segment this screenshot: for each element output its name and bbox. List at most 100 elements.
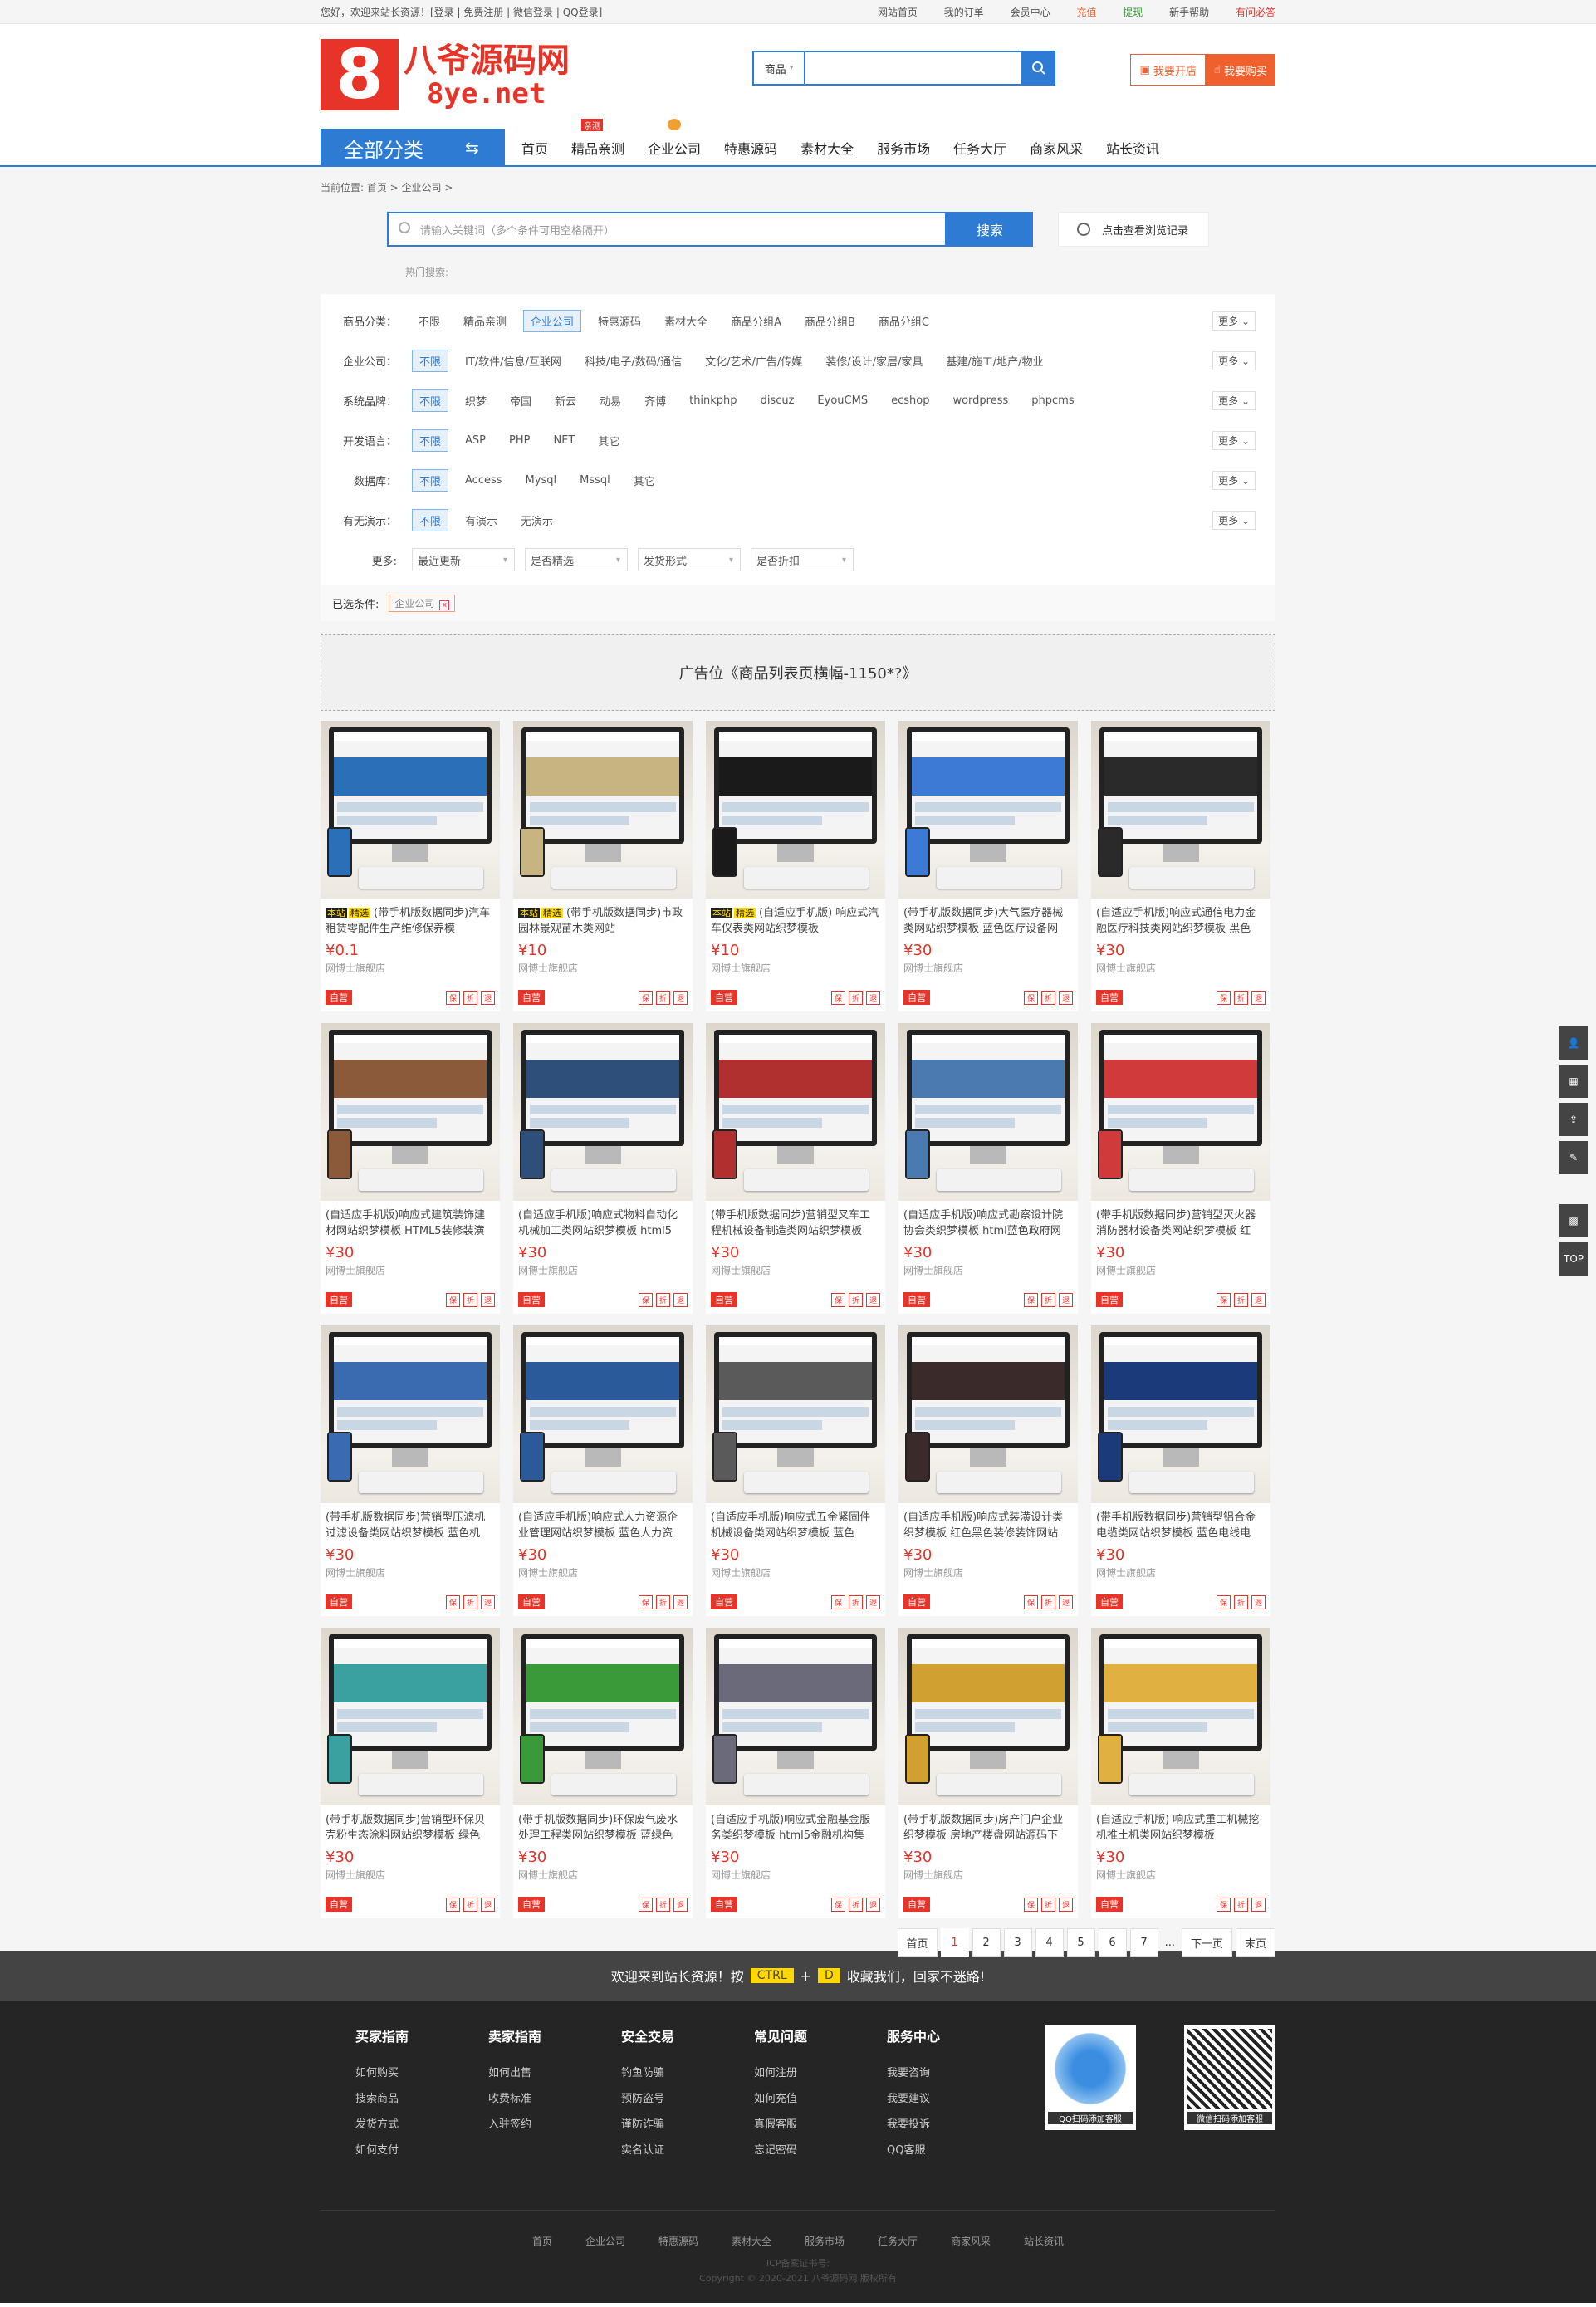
product-thumbnail[interactable] bbox=[513, 1023, 693, 1201]
product-card[interactable]: 本站 精选 (自适应手机版) 响应式汽车仪表类网站织梦模板 ¥10 网博士旗舰店 自… bbox=[706, 721, 885, 1011]
filter-option[interactable]: Mssql bbox=[573, 472, 617, 489]
product-title[interactable]: (带手机版数据同步)大气医疗器械类网站织梦模板 蓝色医疗设备网 bbox=[898, 899, 1078, 938]
product-card[interactable]: (带手机版数据同步)营销型铝合金电缆类网站织梦模板 蓝色电线电 ¥30 网博士旗… bbox=[1091, 1325, 1270, 1616]
filter-more-button[interactable]: 更多 ⌄ bbox=[1212, 311, 1256, 331]
product-thumbnail[interactable] bbox=[898, 1628, 1078, 1805]
open-shop-button[interactable]: ▣ 我要开店 bbox=[1130, 54, 1206, 86]
filter-option[interactable]: 科技/电子/数码/通信 bbox=[578, 350, 688, 371]
product-title[interactable]: (自适应手机版)响应式金融基金服务类织梦模板 html5金融机构集 bbox=[706, 1805, 885, 1845]
product-card[interactable]: (带手机版数据同步)环保废气废水处理工程类网站织梦模板 蓝绿色 ¥30 网博士旗… bbox=[513, 1628, 693, 1918]
footer-link[interactable]: 如何注册 bbox=[754, 2064, 852, 2079]
product-title[interactable]: (自适应手机版) 响应式重工机械挖机推土机类网站织梦模板 bbox=[1091, 1805, 1270, 1845]
footer-link[interactable]: 如何购买 bbox=[355, 2064, 453, 2079]
filter-option[interactable]: 齐博 bbox=[638, 390, 673, 411]
footer-nav-link[interactable]: 特惠源码 bbox=[658, 2234, 698, 2248]
shop-name[interactable]: 网博士旗舰店 bbox=[1091, 1261, 1270, 1277]
filter-option[interactable]: 装修/设计/家居/家具 bbox=[819, 350, 929, 371]
product-title[interactable]: 本站 精选 (带手机版数据同步)市政园林景观苗木类网站 bbox=[513, 899, 693, 938]
product-card[interactable]: (自适应手机版)响应式装潢设计类织梦模板 红色黑色装修装饰网站 ¥30 网博士旗… bbox=[898, 1325, 1078, 1616]
nav-item[interactable]: 商家风采 bbox=[1018, 129, 1094, 167]
product-thumbnail[interactable] bbox=[1091, 1023, 1270, 1201]
product-title[interactable]: (自适应手机版)响应式建筑装饰建材网站织梦模板 HTML5装修装潢 bbox=[321, 1201, 500, 1241]
product-title[interactable]: (带手机版数据同步)营销型铝合金电缆类网站织梦模板 蓝色电线电 bbox=[1091, 1503, 1270, 1543]
filter-option[interactable]: 特惠源码 bbox=[591, 311, 648, 331]
product-title[interactable]: (带手机版数据同步)营销型压滤机过滤设备类网站织梦模板 蓝色机 bbox=[321, 1503, 500, 1543]
product-card[interactable]: (带手机版数据同步)营销型叉车工程机械设备制造类网站织梦模板 ¥30 网博士旗舰… bbox=[706, 1023, 885, 1314]
buy-button[interactable]: ☝ 我要购买 bbox=[1205, 54, 1275, 86]
product-card[interactable]: (自适应手机版) 响应式重工机械挖机推土机类网站织梦模板 ¥30 网博士旗舰店 … bbox=[1091, 1628, 1270, 1918]
shop-name[interactable]: 网博士旗舰店 bbox=[1091, 959, 1270, 975]
filter-option[interactable]: 有演示 bbox=[458, 510, 504, 531]
product-card[interactable]: (带手机版数据同步)营销型环保贝壳粉生态涂料网站织梦模板 绿色 ¥30 网博士旗… bbox=[321, 1628, 500, 1918]
close-icon[interactable]: x bbox=[439, 600, 450, 610]
page-number[interactable]: 2 bbox=[972, 1928, 1001, 1957]
footer-nav-link[interactable]: 任务大厅 bbox=[878, 2234, 918, 2248]
nav-item[interactable]: 素材大全 bbox=[789, 129, 865, 167]
filter-option[interactable]: wordpress bbox=[946, 392, 1015, 409]
search-category-select[interactable]: 商品 ▾ bbox=[752, 51, 804, 86]
product-thumbnail[interactable] bbox=[321, 1325, 500, 1503]
product-title[interactable]: (自适应手机版)响应式通信电力金融医疗科技类网站织梦模板 黑色 bbox=[1091, 899, 1270, 938]
product-card[interactable]: (自适应手机版)响应式勘察设计院协会类织梦模板 html蓝色政府网 ¥30 网博… bbox=[898, 1023, 1078, 1314]
product-thumbnail[interactable] bbox=[1091, 1325, 1270, 1503]
shop-name[interactable]: 网博士旗舰店 bbox=[898, 1261, 1078, 1277]
footer-link[interactable]: 钓鱼防骗 bbox=[621, 2064, 719, 2079]
product-card[interactable]: (带手机版数据同步)营销型灭火器消防器材设备类网站织梦模板 红 ¥30 网博士旗… bbox=[1091, 1023, 1270, 1314]
filter-option[interactable]: 文化/艺术/广告/传媒 bbox=[698, 350, 809, 371]
page-number[interactable]: 4 bbox=[1035, 1928, 1064, 1957]
filter-option[interactable]: 商品分组C bbox=[872, 311, 936, 331]
shop-name[interactable]: 网博士旗舰店 bbox=[898, 1564, 1078, 1580]
upload-icon[interactable]: ⇪ bbox=[1559, 1103, 1588, 1136]
footer-link[interactable]: 谨防诈骗 bbox=[621, 2115, 719, 2131]
product-thumbnail[interactable] bbox=[706, 1628, 885, 1805]
footer-link[interactable]: 我要建议 bbox=[887, 2089, 985, 2105]
page-last[interactable]: 末页 bbox=[1235, 1928, 1275, 1957]
footer-nav-link[interactable]: 素材大全 bbox=[732, 2234, 771, 2248]
footer-link[interactable]: 真假客服 bbox=[754, 2115, 852, 2131]
shop-name[interactable]: 网博士旗舰店 bbox=[321, 1866, 500, 1882]
filter-option[interactable]: 不限 bbox=[412, 508, 449, 531]
shop-name[interactable]: 网博士旗舰店 bbox=[321, 1261, 500, 1277]
product-card[interactable]: (自适应手机版)响应式通信电力金融医疗科技类网站织梦模板 黑色 ¥30 网博士旗… bbox=[1091, 721, 1270, 1011]
product-thumbnail[interactable] bbox=[706, 1023, 885, 1201]
product-title[interactable]: 本站 精选 (带手机版数据同步)汽车租赁零配件生产维修保养模 bbox=[321, 899, 500, 938]
filter-more-button[interactable]: 更多 ⌄ bbox=[1212, 470, 1256, 490]
filter-option[interactable]: 商品分组B bbox=[798, 311, 862, 331]
filter-option[interactable]: NET bbox=[546, 432, 581, 449]
selected-tag[interactable]: 企业公司 x bbox=[389, 594, 456, 612]
top-link[interactable]: 我的订单 bbox=[944, 7, 984, 18]
page-number[interactable]: 5 bbox=[1066, 1928, 1095, 1957]
ad-banner[interactable]: 广告位《商品列表页横幅-1150*?》 bbox=[321, 634, 1275, 711]
product-thumbnail[interactable] bbox=[513, 1628, 693, 1805]
footer-link[interactable]: 忘记密码 bbox=[754, 2141, 852, 2157]
shop-name[interactable]: 网博士旗舰店 bbox=[898, 959, 1078, 975]
site-logo[interactable]: 8 八爷源码网 8ye.net bbox=[321, 36, 570, 115]
top-link[interactable]: 有问必答 bbox=[1236, 7, 1275, 18]
product-thumbnail[interactable] bbox=[513, 1325, 693, 1503]
filter-option[interactable]: 新云 bbox=[548, 390, 583, 411]
product-title[interactable]: (带手机版数据同步)房产门户企业织梦模板 房地产楼盘网站源码下 bbox=[898, 1805, 1078, 1845]
product-thumbnail[interactable] bbox=[513, 721, 693, 899]
sort-dropdown[interactable]: 发货形式 ▾ bbox=[638, 548, 741, 571]
filter-option[interactable]: 企业公司 bbox=[523, 309, 582, 332]
shop-name[interactable]: 网博士旗舰店 bbox=[1091, 1564, 1270, 1580]
footer-nav-link[interactable]: 服务市场 bbox=[805, 2234, 845, 2248]
nav-item[interactable]: 任务大厅 bbox=[942, 129, 1018, 167]
welcome-text[interactable]: 您好，欢迎来站长资源！[登录 | 免费注册 | 微信登录 | QQ登录] bbox=[321, 5, 602, 19]
shop-name[interactable]: 网博士旗舰店 bbox=[513, 1261, 693, 1277]
page-number[interactable]: 3 bbox=[1003, 1928, 1032, 1957]
product-thumbnail[interactable] bbox=[1091, 1628, 1270, 1805]
nav-item[interactable]: 站长资讯 bbox=[1094, 129, 1171, 167]
filter-option[interactable]: 不限 bbox=[412, 389, 449, 412]
shop-name[interactable]: 网博士旗舰店 bbox=[513, 1564, 693, 1580]
nav-item[interactable]: 特惠源码 bbox=[712, 129, 789, 167]
page-number[interactable]: 1 bbox=[940, 1928, 969, 1957]
filter-option[interactable]: phpcms bbox=[1025, 392, 1080, 409]
footer-link[interactable]: QQ客服 bbox=[887, 2141, 985, 2157]
footer-link[interactable]: 收费标准 bbox=[488, 2089, 586, 2105]
filter-option[interactable]: 其它 bbox=[591, 430, 626, 451]
top-link[interactable]: 提现 bbox=[1123, 7, 1143, 18]
product-title[interactable]: (自适应手机版)响应式人力资源企业管理网站织梦模板 蓝色人力资 bbox=[513, 1503, 693, 1543]
product-card[interactable]: (自适应手机版)响应式人力资源企业管理网站织梦模板 蓝色人力资 ¥30 网博士旗… bbox=[513, 1325, 693, 1616]
sort-dropdown[interactable]: 最近更新 ▾ bbox=[412, 548, 515, 571]
